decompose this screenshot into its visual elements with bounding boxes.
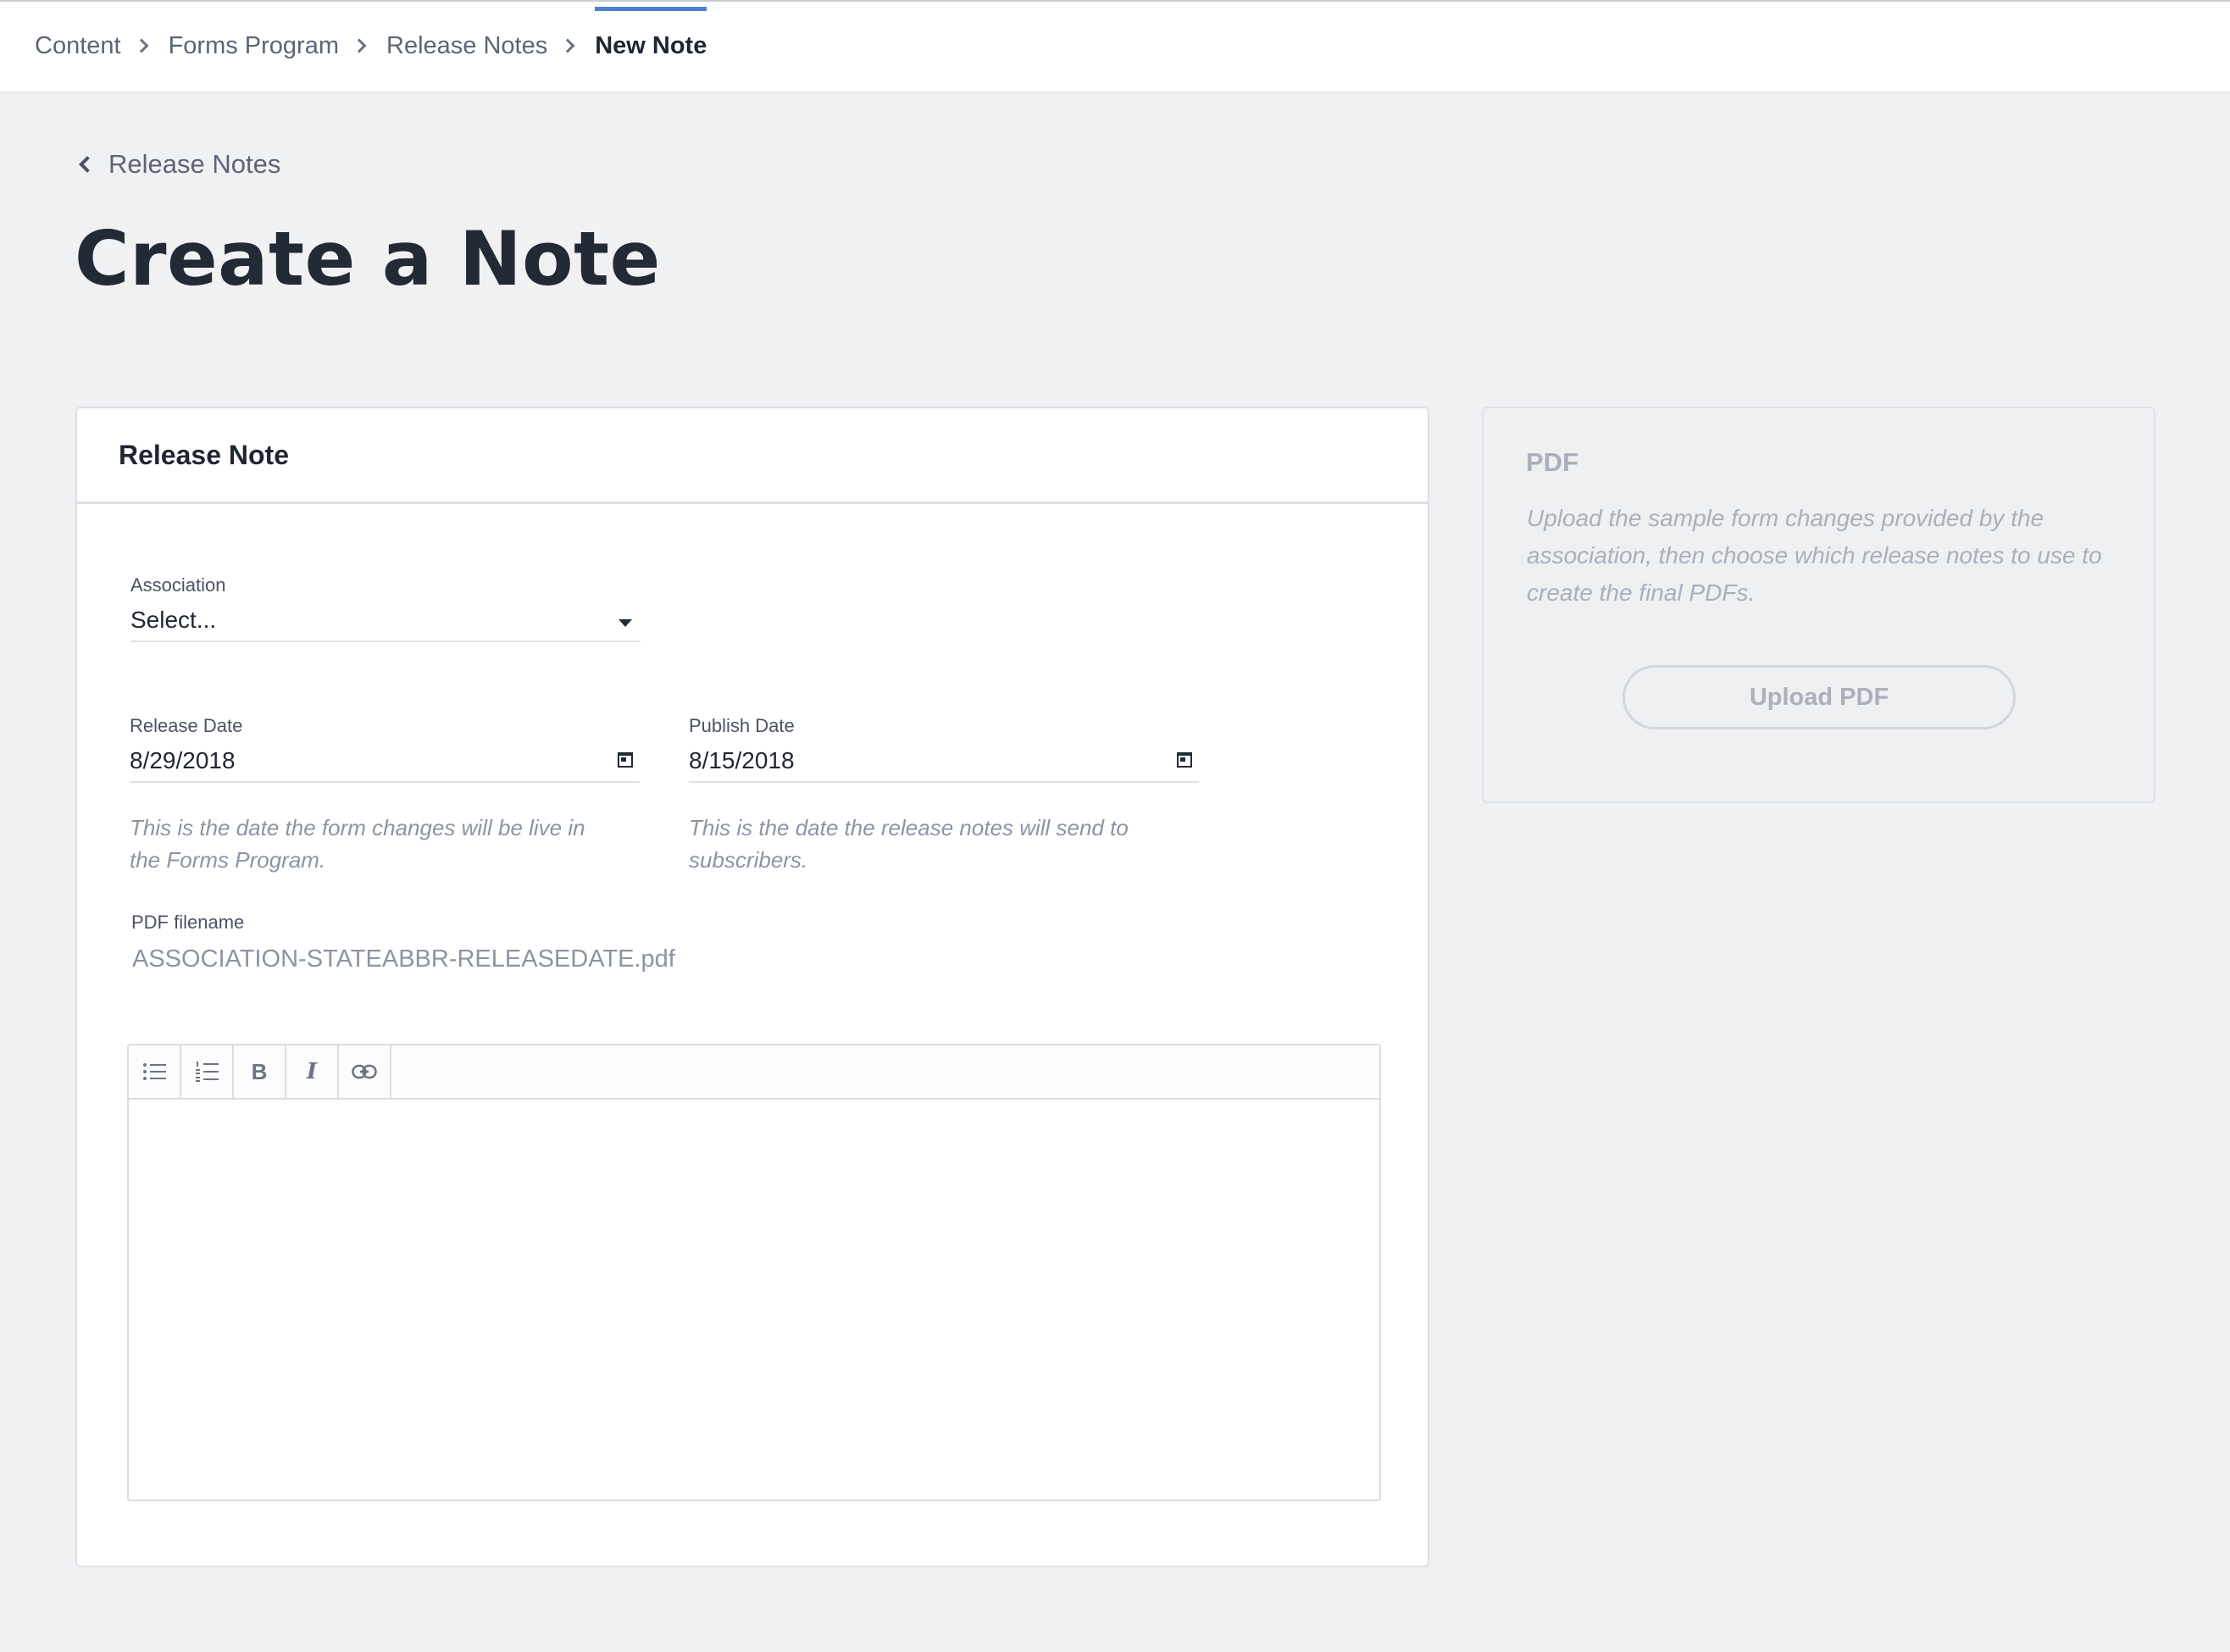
release-date-hint: This is the date the form changes will b… xyxy=(130,815,585,873)
breadcrumb-item-forms-program[interactable]: Forms Program xyxy=(169,32,339,60)
pdf-card-title: PDF xyxy=(1526,447,1578,477)
release-date-input[interactable]: 8/29/2018 xyxy=(130,746,640,783)
caret-down-icon xyxy=(619,619,632,627)
bold-button[interactable]: B xyxy=(234,1045,286,1098)
editor-toolbar: B I xyxy=(129,1045,1379,1100)
rich-text-editor: B I xyxy=(127,1044,1381,1501)
top-bar: Content Forms Program Release Notes New … xyxy=(0,0,2230,93)
chevron-right-icon xyxy=(560,38,575,53)
publish-date-label: Publish Date xyxy=(689,715,795,736)
chevron-left-icon xyxy=(79,156,96,173)
release-date-label: Release Date xyxy=(130,715,243,736)
pdf-filename-label: PDF filename xyxy=(131,912,245,933)
release-date-value: 8/29/2018 xyxy=(130,747,236,773)
italic-icon: I xyxy=(306,1059,318,1084)
chevron-right-icon xyxy=(352,38,367,53)
back-link-label: Release Notes xyxy=(108,149,281,179)
breadcrumb-item-release-notes[interactable]: Release Notes xyxy=(386,32,547,60)
upload-pdf-button[interactable]: Upload PDF xyxy=(1623,665,2016,729)
calendar-icon[interactable] xyxy=(1177,752,1192,768)
link-icon xyxy=(352,1064,377,1079)
card-title: Release Note xyxy=(119,439,289,470)
editor-content-area[interactable] xyxy=(129,1100,1379,1500)
bulleted-list-icon xyxy=(143,1063,166,1080)
breadcrumb-current: New Note xyxy=(595,6,707,59)
publish-date-hint: This is the date the release notes will … xyxy=(689,815,1129,873)
italic-button[interactable]: I xyxy=(286,1045,339,1098)
calendar-icon[interactable] xyxy=(618,752,633,768)
numbered-list-button[interactable] xyxy=(181,1045,234,1098)
publish-date-input[interactable]: 8/15/2018 xyxy=(689,746,1199,783)
association-select-value: Select... xyxy=(130,607,217,633)
card-header: Release Note xyxy=(77,408,1428,504)
release-note-card: Release Note Association Select... Relea… xyxy=(75,407,1429,1567)
association-label: Association xyxy=(130,574,226,596)
bulleted-list-button[interactable] xyxy=(129,1045,181,1098)
pdf-card: PDF Upload the sample form changes provi… xyxy=(1482,407,2155,803)
link-button[interactable] xyxy=(339,1045,391,1098)
association-select[interactable]: Select... xyxy=(130,605,641,642)
chevron-right-icon xyxy=(134,38,149,53)
publish-date-value: 8/15/2018 xyxy=(689,747,795,773)
back-link[interactable]: Release Notes xyxy=(76,149,280,180)
page-title: Create a Note xyxy=(75,215,661,302)
breadcrumb: Content Forms Program Release Notes New … xyxy=(35,2,707,90)
bold-icon: B xyxy=(251,1058,268,1084)
numbered-list-icon xyxy=(196,1062,219,1082)
breadcrumb-item-content[interactable]: Content xyxy=(35,32,121,60)
pdf-card-description: Upload the sample form changes provided … xyxy=(1527,505,2102,606)
pdf-filename-value: ASSOCIATION-STATEABBR-RELEASEDATE.pdf xyxy=(132,945,675,973)
